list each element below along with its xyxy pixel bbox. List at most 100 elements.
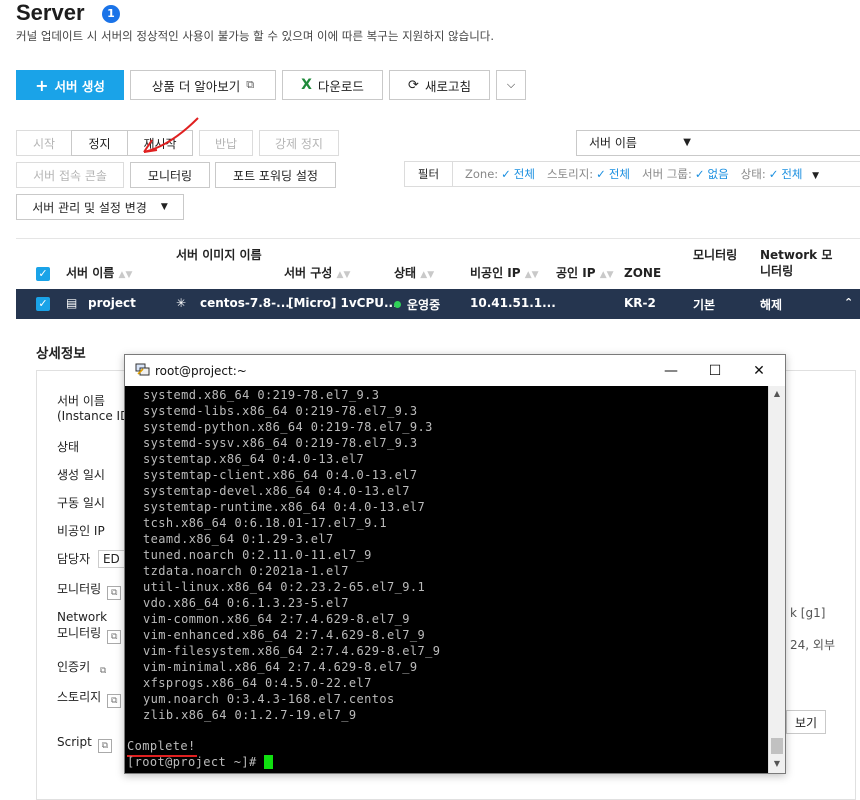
page-subtitle: 커널 업데이트 시 서버의 정상적인 사용이 불가능 할 수 있으며 이에 따른… (16, 29, 495, 43)
terminal-line: tuned.noarch 0:2.11.0-11.el7_9 (143, 548, 372, 562)
sort-icon: ▲▼ (118, 270, 133, 280)
monitoring-button[interactable]: 모니터링 (130, 162, 210, 188)
sort-icon: ▲▼ (524, 270, 539, 280)
search-input[interactable] (701, 130, 860, 156)
server-icon: ▤ (66, 296, 78, 310)
terminal-line: systemd-sysv.x86_64 0:219-78.el7_9.3 (143, 436, 418, 450)
detail-monitoring-label: 모니터링 (57, 582, 102, 596)
download-label: 다운로드 (317, 78, 364, 94)
check-icon: ✓ (768, 167, 779, 181)
learn-more-button[interactable]: 상품 더 알아보기 ⧉ (130, 70, 276, 100)
learn-more-label: 상품 더 알아보기 (151, 78, 241, 94)
page-title: Server (16, 0, 85, 25)
chevron-down-icon: ⌵ (506, 78, 516, 91)
storage-filter[interactable]: 스토리지: ✓ 전체 (547, 166, 630, 182)
excel-icon: X (301, 77, 312, 93)
close-icon[interactable]: ✕ (739, 357, 779, 385)
terminal-line: systemtap-runtime.x86_64 0:4.0-13.el7 (143, 500, 426, 514)
console-button[interactable]: 서버 접속 콘솔 (16, 162, 124, 188)
start-button[interactable]: 시작 (16, 130, 72, 156)
terminal-window[interactable]: root@project:~ — ☐ ✕ Complete! [root@pro… (124, 354, 786, 774)
row-zone: KR-2 (624, 296, 656, 310)
terminal-line: vdo.x86_64 0:6.1.3.23-5.el7 (143, 596, 349, 610)
zone-filter-label: Zone: (465, 167, 499, 181)
scroll-up-icon[interactable]: ▲ (769, 386, 785, 402)
row-monitoring: 기본 (693, 298, 716, 312)
terminal-titlebar[interactable]: root@project:~ — ☐ ✕ (125, 355, 785, 386)
create-server-button[interactable]: + 서버 생성 (16, 70, 124, 100)
col-config[interactable]: 서버 구성 ▲▼ (284, 265, 350, 283)
detail-label-status: 상태 (57, 440, 80, 454)
check-icon: ✓ (694, 167, 705, 181)
row-checkbox[interactable]: ✓ (36, 297, 50, 311)
status-filter[interactable]: 상태: ✓ 전체 ▼ (741, 166, 819, 182)
edit-icon[interactable]: ⧉ (96, 665, 110, 679)
detail-label-owner: 담당자 ED (57, 550, 125, 568)
zone-filter[interactable]: Zone: ✓ 전체 (465, 166, 535, 182)
refresh-icon: ⟳ (408, 77, 419, 93)
row-status-label: 운영중 (407, 298, 441, 312)
detail-name-line2: (Instance ID) (57, 409, 134, 423)
col-monitoring[interactable]: 모니터링 (693, 247, 737, 263)
terminal-line: vim-filesystem.x86_64 2:7.4.629-8.el7_9 (143, 644, 441, 658)
terminal-line: systemd-libs.x86_64 0:219-78.el7_9.3 (143, 404, 418, 418)
check-icon: ✓ (596, 167, 606, 181)
search-field-label: 서버 이름 (589, 136, 637, 150)
scroll-thumb[interactable] (771, 738, 783, 754)
terminal-line: util-linux.x86_64 0:2.23.2-65.el7_9.1 (143, 580, 426, 594)
terminal-prompt: [root@project ~]# (127, 755, 265, 769)
port-forwarding-button[interactable]: 포트 포워딩 설정 (215, 162, 336, 188)
stop-button[interactable]: 정지 (71, 130, 128, 156)
putty-icon (135, 363, 150, 376)
col-network[interactable]: Network 모 니터링 (760, 247, 832, 279)
search-field-select[interactable]: 서버 이름 ▼ (576, 130, 702, 156)
collapse-icon[interactable]: ⌃ (844, 296, 853, 309)
col-status[interactable]: 상태 ▲▼ (394, 265, 434, 283)
detail-label-auth-key: 인증키 ⧉ (57, 658, 110, 679)
filter-button[interactable]: 필터 (405, 162, 453, 186)
group-filter[interactable]: 서버 그룹: ✓ 없음 (642, 166, 729, 182)
detail-right-fragment-2: 24, 외부 (790, 638, 835, 652)
view-button[interactable]: 보기 (786, 710, 826, 734)
check-icon: ✓ (501, 167, 511, 181)
table-row[interactable]: ✓ ▤ project ✳ centos-7.8-... [Micro] 1vC… (16, 289, 860, 319)
col-public-ip[interactable]: 공인 IP ▲▼ (556, 265, 614, 283)
col-private-ip[interactable]: 비공인 IP ▲▼ (470, 265, 539, 283)
force-stop-button[interactable]: 강제 정지 (259, 130, 339, 156)
scroll-down-icon[interactable]: ▼ (769, 756, 785, 772)
col-zone[interactable]: ZONE (624, 265, 661, 281)
owner-value: ED (97, 550, 125, 568)
edit-icon[interactable]: ⧉ (107, 694, 122, 708)
row-server-name[interactable]: project (88, 296, 136, 310)
row-status: 운영중 (394, 296, 440, 313)
terminal-line: yum.noarch 0:3.4.3-168.el7.centos (143, 692, 395, 706)
more-options-button[interactable]: ⌵ (496, 70, 526, 100)
minimize-icon[interactable]: — (651, 357, 691, 385)
download-button[interactable]: X 다운로드 (282, 70, 383, 100)
detail-label-created: 생성 일시 (57, 468, 105, 482)
terminal-output[interactable]: Complete! [root@project ~]# systemd.x86_… (125, 386, 768, 773)
row-private-ip: 10.41.51.1... (470, 296, 556, 310)
col-name[interactable]: 서버 이름 ▲▼ (66, 265, 132, 283)
row-network: 해제 (760, 298, 783, 312)
detail-right-fragment-1: k [g1] (790, 606, 826, 620)
terminal-scrollbar[interactable]: ▲ ▼ (768, 386, 785, 773)
caret-down-icon: ▼ (683, 137, 691, 148)
manage-settings-button[interactable]: 서버 관리 및 설정 변경 ▼ (16, 194, 184, 220)
detail-owner-label: 담당자 (57, 552, 91, 566)
external-link-icon[interactable]: ⧉ (97, 739, 112, 753)
status-filter-value: 전체 (781, 167, 803, 181)
edit-icon[interactable]: ⧉ (107, 586, 122, 600)
detail-label-monitoring: 모니터링 ⧉ (57, 580, 122, 600)
refresh-button[interactable]: ⟳ 새로고침 (389, 70, 490, 100)
col-image[interactable]: 서버 이미지 이름 (176, 247, 262, 263)
edit-icon[interactable]: ⧉ (107, 630, 122, 644)
detail-storage-label: 스토리지 (57, 690, 102, 704)
detail-label-storage: 스토리지 ⧉ (57, 688, 122, 708)
col-network-label-2: 니터링 (760, 264, 794, 278)
sort-icon: ▲▼ (336, 270, 351, 280)
select-all-checkbox[interactable]: ✓ (36, 267, 50, 281)
maximize-icon[interactable]: ☐ (695, 357, 735, 385)
filter-bar: 필터 Zone: ✓ 전체 스토리지: ✓ 전체 서버 그룹: ✓ 없음 상태: ✓ 전체 ▼ (404, 161, 860, 187)
storage-filter-label: 스토리지: (546, 167, 594, 181)
